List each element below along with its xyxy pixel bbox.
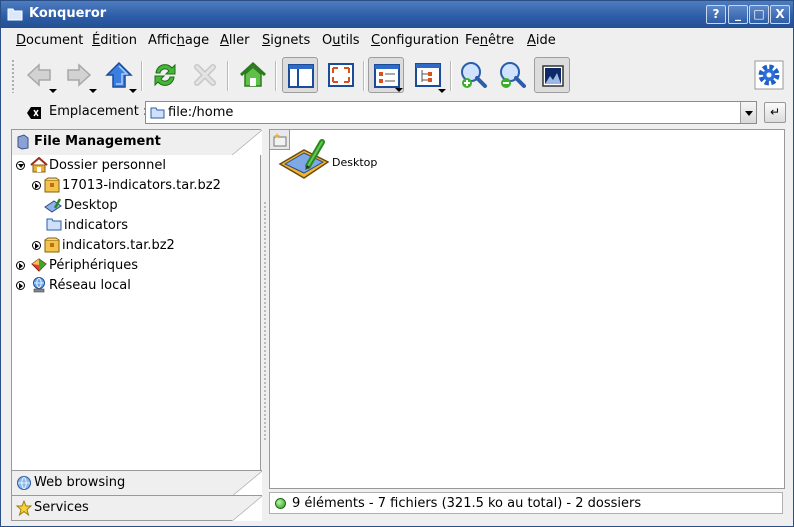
- zoom-out-button[interactable]: [494, 57, 530, 93]
- menu-signets[interactable]: Signets: [262, 33, 310, 48]
- panel-splitter[interactable]: [263, 201, 267, 441]
- stop-button[interactable]: [187, 57, 223, 93]
- tab-label: Web browsing: [34, 475, 126, 490]
- tree-view-icon: [415, 63, 441, 87]
- forward-icon: [67, 63, 92, 87]
- icon-view-button[interactable]: [368, 57, 404, 93]
- split-view-button[interactable]: [282, 57, 318, 93]
- tab-label: Services: [34, 500, 89, 515]
- location-bar: Emplacement : file:/home ↵: [1, 99, 793, 127]
- konqueror-window: Konqueror ? _ □ X Document Édition Affic…: [0, 0, 794, 527]
- forward-button[interactable]: [61, 57, 97, 93]
- icon-view-icon: [374, 64, 400, 88]
- back-button[interactable]: [21, 57, 57, 93]
- navigation-panel: File Management Dossier personnel 17013-…: [11, 129, 262, 521]
- stop-icon: [194, 64, 216, 86]
- reload-icon: [154, 63, 176, 87]
- tab-services[interactable]: Services: [12, 495, 262, 521]
- toolbar-separator: [141, 61, 143, 91]
- location-history-dropdown[interactable]: [740, 102, 756, 123]
- home-icon: [239, 61, 267, 87]
- folder-icon: [46, 218, 62, 231]
- home-folder-icon: [30, 157, 48, 173]
- file-management-icon: [17, 134, 29, 150]
- toolbar-separator: [450, 61, 452, 91]
- preview-icon: [542, 65, 564, 87]
- menu-outils[interactable]: Outils: [322, 33, 360, 48]
- folder-icon: [150, 107, 165, 119]
- back-icon: [26, 63, 51, 87]
- fullscreen-button[interactable]: [323, 57, 359, 93]
- network-icon: [33, 277, 45, 293]
- help-button[interactable]: ?: [706, 5, 726, 24]
- devices-icon: [31, 258, 47, 272]
- zoom-in-icon: [461, 62, 487, 88]
- file-view[interactable]: Desktop: [269, 129, 785, 489]
- file-item-desktop[interactable]: Desktop: [278, 136, 388, 192]
- home-button[interactable]: [235, 57, 271, 93]
- desktop-icon: [278, 139, 330, 179]
- status-text: 9 éléments - 7 fichiers (321.5 ko au tot…: [292, 496, 642, 511]
- maximize-button[interactable]: □: [749, 5, 769, 24]
- expand-toggle[interactable]: [16, 281, 25, 290]
- fullscreen-icon: [328, 63, 354, 87]
- minimize-button[interactable]: _: [728, 5, 748, 24]
- tab-file-management[interactable]: File Management: [12, 130, 262, 155]
- toolbar-separator: [363, 61, 365, 91]
- archive-icon: [44, 177, 60, 193]
- menu-configuration[interactable]: Configuration: [371, 33, 459, 48]
- zoom-in-button[interactable]: [455, 57, 491, 93]
- location-value: file:/home: [168, 105, 234, 120]
- split-view-icon: [288, 64, 314, 88]
- expand-toggle[interactable]: [32, 241, 41, 250]
- toolbar-grip[interactable]: [11, 59, 15, 93]
- go-button[interactable]: ↵: [764, 102, 786, 123]
- location-input[interactable]: file:/home: [145, 101, 757, 124]
- menu-affichage[interactable]: Affichage: [148, 33, 209, 48]
- status-bar: 9 éléments - 7 fichiers (321.5 ko au tot…: [269, 492, 783, 514]
- clear-location-icon[interactable]: [26, 106, 42, 120]
- status-led-icon: [275, 498, 286, 509]
- tab-web-browsing[interactable]: Web browsing: [12, 470, 262, 496]
- desktop-icon: [44, 198, 62, 213]
- location-label: Emplacement :: [49, 104, 148, 119]
- expand-toggle[interactable]: [16, 261, 25, 270]
- collapse-toggle[interactable]: [16, 161, 25, 170]
- close-button[interactable]: X: [770, 5, 790, 24]
- menu-aide[interactable]: Aide: [527, 33, 556, 48]
- file-item-label: Desktop: [332, 156, 378, 169]
- menu-aller[interactable]: Aller: [220, 33, 249, 48]
- tree-view-button[interactable]: [410, 57, 446, 93]
- konqueror-gear-button[interactable]: [751, 57, 787, 93]
- menu-document[interactable]: Document: [16, 33, 83, 48]
- main-toolbar: [1, 53, 793, 99]
- window-title: Konqueror: [29, 6, 107, 21]
- up-button[interactable]: [101, 57, 137, 93]
- expand-toggle[interactable]: [32, 181, 41, 190]
- reload-button[interactable]: [147, 57, 183, 93]
- toolbar-separator: [275, 61, 277, 91]
- title-bar[interactable]: Konqueror ? _ □ X: [1, 1, 793, 28]
- toolbar-separator: [227, 61, 229, 91]
- preview-button[interactable]: [534, 57, 570, 93]
- star-icon: [16, 500, 32, 516]
- menu-fenetre[interactable]: Fenêtre: [465, 33, 514, 48]
- tab-label: File Management: [34, 134, 161, 149]
- menu-bar: Document Édition Affichage Aller Signets…: [1, 29, 793, 53]
- gear-icon: [754, 60, 784, 90]
- archive-icon: [44, 237, 60, 253]
- folder-icon: [7, 8, 23, 21]
- web-browsing-icon: [17, 476, 31, 490]
- up-icon: [105, 61, 133, 88]
- zoom-out-icon: [500, 62, 526, 88]
- menu-edition[interactable]: Édition: [92, 33, 137, 48]
